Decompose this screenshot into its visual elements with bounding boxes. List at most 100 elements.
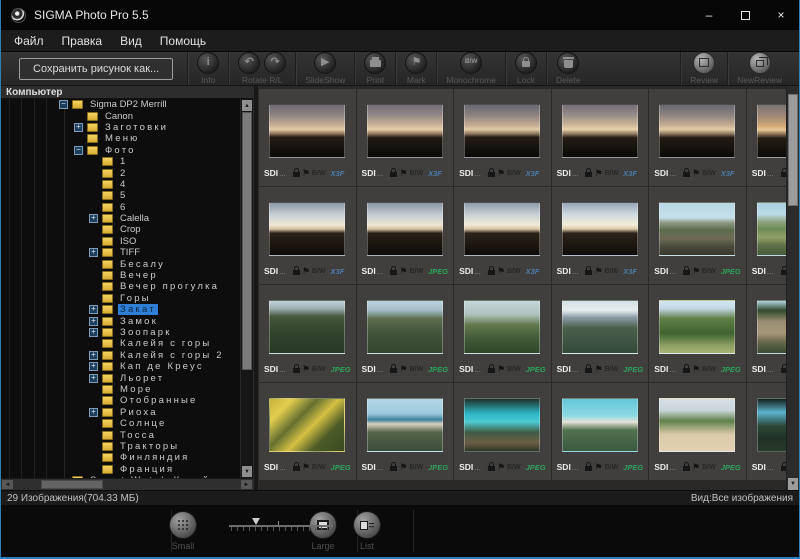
monochrome-icon[interactable]: B/W [460, 52, 482, 74]
slideshow-icon[interactable]: ▶ [314, 52, 336, 74]
tree-item[interactable]: Меню [1, 133, 240, 144]
small-view-button[interactable]: Small [155, 511, 211, 551]
tree-item[interactable]: Солнце [1, 418, 240, 429]
photo-thumbnail[interactable] [562, 398, 638, 452]
tree-item[interactable]: +Калейя с горы 2 [1, 350, 240, 361]
expand-icon[interactable]: + [89, 317, 98, 326]
tree-item[interactable]: Тракторы [1, 441, 240, 452]
scroll-up-icon[interactable]: ▲ [242, 100, 252, 111]
photo-thumbnail[interactable] [659, 398, 735, 452]
thumbnail-cell[interactable]: SDI...⚑B/WJPEG [357, 187, 454, 284]
photo-thumbnail[interactable] [367, 202, 443, 256]
expand-icon[interactable]: + [89, 328, 98, 337]
expand-icon[interactable]: + [89, 305, 98, 314]
photo-thumbnail[interactable] [562, 104, 638, 158]
photo-thumbnail[interactable] [269, 398, 345, 452]
thumbnail-cell[interactable]: SDI...⚑B/WX3F [454, 187, 551, 284]
grid-scroll-down-icon[interactable]: ▼ [788, 478, 798, 490]
tree-item[interactable]: 1 [1, 156, 240, 167]
collapse-icon[interactable]: − [74, 146, 83, 155]
tree-item[interactable]: Отобранные [1, 395, 240, 406]
photo-thumbnail[interactable] [659, 104, 735, 158]
tree-item[interactable]: Море [1, 384, 240, 395]
thumbnail-cell[interactable]: SDI...⚑B/WJPEG [649, 187, 746, 284]
photo-thumbnail[interactable] [464, 300, 540, 354]
thumbnail-cell[interactable]: SDI...⚑B/WJPEG [552, 285, 649, 382]
tree-item[interactable]: +Риоха [1, 407, 240, 418]
tree-item[interactable]: Франция [1, 464, 240, 475]
tree-item[interactable]: Crop [1, 224, 240, 235]
tree-item[interactable]: Бесалу [1, 258, 240, 269]
delete-icon[interactable] [557, 52, 579, 74]
tree-item[interactable]: +Льорет [1, 372, 240, 383]
tree-item[interactable]: −Фото [1, 145, 240, 156]
tree-item[interactable]: Тосса [1, 429, 240, 440]
tree-item[interactable]: Горы [1, 293, 240, 304]
scroll-left-icon[interactable]: ◄ [2, 480, 13, 489]
scroll-down-icon[interactable]: ▼ [242, 466, 252, 477]
print-icon[interactable] [364, 52, 386, 74]
thumbnail-cell[interactable]: SDI...⚑B/WX3F [649, 89, 746, 186]
menu-item[interactable]: Файл [5, 34, 53, 48]
thumbnail-cell[interactable]: SDI...⚑B/WJPEG [357, 285, 454, 382]
lock-icon[interactable] [515, 52, 537, 74]
collapse-icon[interactable]: − [59, 100, 68, 109]
photo-thumbnail[interactable] [367, 104, 443, 158]
close-button[interactable]: × [763, 0, 799, 30]
photo-thumbnail[interactable] [659, 300, 735, 354]
tree-item[interactable]: Вечер прогулка [1, 281, 240, 292]
slider-thumb[interactable] [252, 518, 260, 525]
menu-item[interactable]: Помощь [151, 34, 215, 48]
save-picture-as-button[interactable]: Сохранить рисунок как... [19, 58, 173, 80]
grid-scroll-thumb[interactable] [788, 94, 798, 206]
expand-icon[interactable]: + [89, 351, 98, 360]
photo-thumbnail[interactable] [269, 202, 345, 256]
photo-thumbnail[interactable] [464, 202, 540, 256]
thumbnail-cell[interactable]: SDI...⚑B/WX3F [259, 89, 356, 186]
rotate-right-icon[interactable]: ↷ [264, 52, 286, 74]
maximize-button[interactable] [727, 0, 763, 30]
tree-item[interactable]: +TIFF [1, 247, 240, 258]
tree-item[interactable]: +Кап де Креус [1, 361, 240, 372]
thumbnail-cell[interactable]: SDI...⚑B/WJPEG [552, 383, 649, 480]
thumbnail-cell[interactable]: SDI...⚑B/WX3F [259, 187, 356, 284]
photo-thumbnail[interactable] [367, 300, 443, 354]
tree-item[interactable]: 2 [1, 167, 240, 178]
thumbnail-cell[interactable]: SDI...⚑B/WJPEG [454, 383, 551, 480]
tree-item[interactable]: 5 [1, 190, 240, 201]
tree-item[interactable]: +Заготовки [1, 122, 240, 133]
expand-icon[interactable]: + [89, 362, 98, 371]
thumbnail-cell[interactable]: SDI...⚑B/WJPEG [357, 383, 454, 480]
new-review-icon[interactable] [749, 52, 771, 74]
mark-flag-icon[interactable]: ⚑ [405, 52, 427, 74]
minimize-button[interactable]: – [691, 0, 727, 30]
thumbnail-cell[interactable]: SDI...⚑B/WJPEG [649, 285, 746, 382]
tree-item[interactable]: −Sigma DP2 Merrill [1, 99, 240, 110]
thumbnail-cell[interactable]: SDI...⚑B/WJPEG [649, 383, 746, 480]
photo-thumbnail[interactable] [269, 300, 345, 354]
tree-item[interactable]: 6 [1, 202, 240, 213]
photo-thumbnail[interactable] [562, 202, 638, 256]
expand-icon[interactable]: + [89, 214, 98, 223]
thumbnail-cell[interactable]: SDI...⚑B/WJPEG [259, 285, 356, 382]
tree-item[interactable]: Вечер [1, 270, 240, 281]
grid-vertical-scrollbar[interactable]: ▼ [786, 86, 799, 490]
rotate-left-icon[interactable]: ↶ [238, 52, 260, 74]
tree-hscroll-thumb[interactable] [41, 480, 103, 489]
tree-scroll-thumb[interactable] [242, 112, 252, 370]
tree-item[interactable]: Canon [1, 110, 240, 121]
tree-vertical-scrollbar[interactable]: ▲ ▼ [240, 99, 253, 478]
thumbnail-cell[interactable]: SDI...⚑B/WJPEG [259, 383, 356, 480]
tree-item[interactable]: 4 [1, 179, 240, 190]
review-icon[interactable] [693, 52, 715, 74]
photo-thumbnail[interactable] [464, 398, 540, 452]
tree-item[interactable]: +Calella [1, 213, 240, 224]
expand-icon[interactable]: + [89, 408, 98, 417]
tree-item[interactable]: ISO [1, 236, 240, 247]
thumbnail-cell[interactable]: SDI...⚑B/WX3F [454, 89, 551, 186]
tree-horizontal-scrollbar[interactable]: ◄ ► [1, 478, 253, 490]
menu-item[interactable]: Правка [53, 34, 112, 48]
photo-thumbnail[interactable] [367, 398, 443, 452]
menu-item[interactable]: Вид [111, 34, 151, 48]
expand-icon[interactable]: + [89, 374, 98, 383]
